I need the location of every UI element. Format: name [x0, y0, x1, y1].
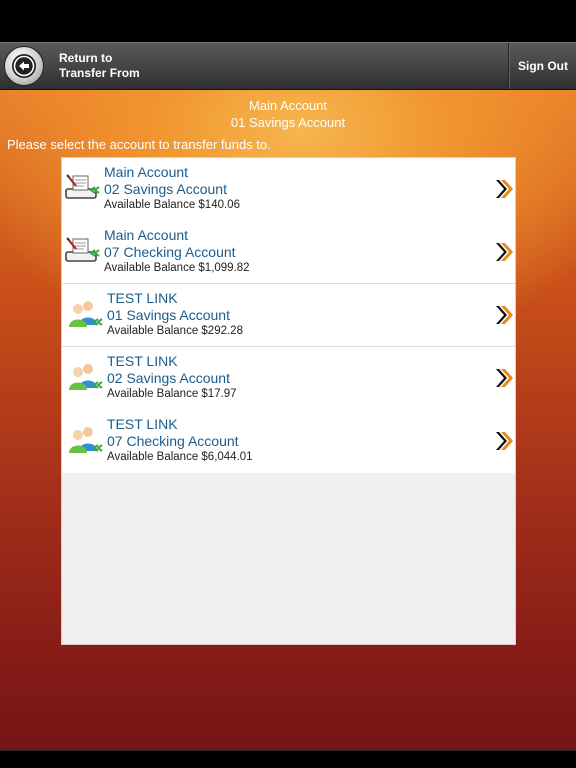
document-transfer-icon	[64, 172, 100, 202]
account-owner: TEST LINK	[107, 353, 178, 369]
account-name: 07 Checking Account	[107, 433, 239, 449]
account-info: Main Account 02 Savings Account Availabl…	[104, 164, 240, 212]
back-label: Return to Transfer From	[59, 51, 140, 81]
from-account: 01 Savings Account	[230, 115, 346, 130]
account-row[interactable]: TEST LINK 07 Checking Account Available …	[62, 410, 515, 473]
account-balance: Available Balance $140.06	[104, 199, 240, 211]
nav-bar: Return to Transfer From Sign Out	[0, 42, 576, 90]
account-name: 01 Savings Account	[107, 307, 230, 323]
back-button[interactable]: Return to Transfer From	[0, 43, 150, 89]
account-owner: Main Account	[104, 227, 189, 243]
bottom-bar	[0, 750, 576, 768]
account-info: TEST LINK 01 Savings Account Available B…	[107, 290, 243, 338]
account-info: TEST LINK 07 Checking Account Available …	[107, 416, 253, 464]
instruction-text: Please select the account to transfer fu…	[7, 137, 271, 152]
account-owner: TEST LINK	[107, 290, 178, 306]
content-area: Main Account 01 Savings Account Please s…	[0, 90, 576, 750]
account-balance: Available Balance $292.28	[107, 325, 243, 337]
account-row[interactable]: TEST LINK 01 Savings Account Available B…	[62, 284, 515, 347]
account-owner: Main Account	[104, 164, 189, 180]
account-balance: Available Balance $6,044.01	[107, 451, 253, 463]
back-label-line2: Transfer From	[59, 66, 140, 80]
account-balance: Available Balance $1,099.82	[104, 262, 250, 274]
account-row[interactable]: Main Account 07 Checking Account Availab…	[62, 221, 515, 284]
chevron-right-icon	[495, 368, 513, 388]
users-transfer-icon	[67, 298, 103, 328]
chevron-right-icon	[495, 305, 513, 325]
account-balance: Available Balance $17.97	[107, 388, 237, 400]
account-name: 02 Savings Account	[104, 181, 227, 197]
sign-out-button[interactable]: Sign Out	[510, 43, 576, 89]
account-info: Main Account 07 Checking Account Availab…	[104, 227, 250, 275]
chevron-right-icon	[495, 431, 513, 451]
back-label-line1: Return to	[59, 51, 113, 65]
users-transfer-icon	[67, 424, 103, 454]
account-row[interactable]: Main Account 02 Savings Account Availabl…	[62, 158, 515, 221]
account-owner: TEST LINK	[107, 416, 178, 432]
account-info: TEST LINK 02 Savings Account Available B…	[107, 353, 237, 401]
back-arrow-icon	[4, 46, 44, 86]
account-row[interactable]: TEST LINK 02 Savings Account Available B…	[62, 347, 515, 410]
chevron-right-icon	[495, 179, 513, 199]
users-transfer-icon	[67, 361, 103, 391]
account-name: 02 Savings Account	[107, 370, 230, 386]
account-name: 07 Checking Account	[104, 244, 236, 260]
top-status-bar	[0, 0, 576, 42]
chevron-right-icon	[495, 242, 513, 262]
from-owner: Main Account	[248, 98, 328, 113]
document-transfer-icon	[64, 235, 100, 265]
account-list: Main Account 02 Savings Account Availabl…	[61, 157, 516, 645]
